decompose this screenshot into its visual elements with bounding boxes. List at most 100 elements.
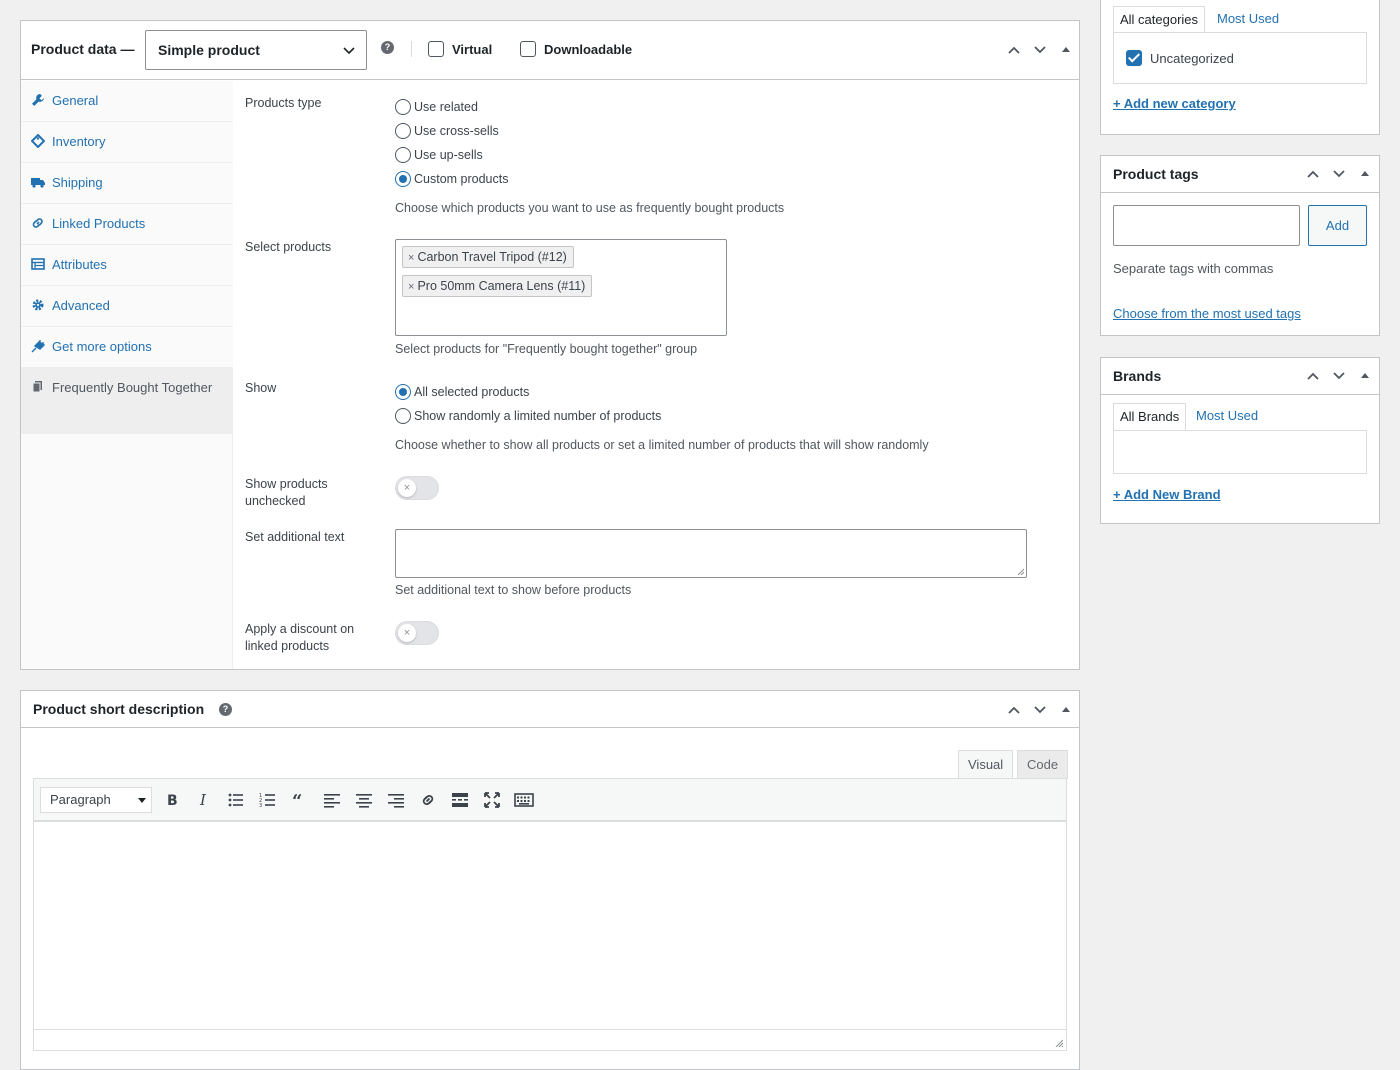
move-up-icon[interactable] bbox=[1006, 42, 1022, 58]
tab-all-categories[interactable]: All categories bbox=[1113, 6, 1206, 33]
add-tag-button[interactable]: Add bbox=[1308, 205, 1367, 246]
collapse-toggle-icon[interactable] bbox=[1058, 42, 1074, 58]
radio-use-up-sells-input[interactable] bbox=[395, 147, 411, 163]
radio-use-cross-sells-input[interactable] bbox=[395, 123, 411, 139]
remove-chip-icon[interactable]: × bbox=[408, 252, 414, 264]
wrench-icon bbox=[32, 94, 44, 106]
tags-hint: Separate tags with commas bbox=[1113, 261, 1274, 276]
bullet-list-icon[interactable] bbox=[226, 790, 246, 810]
radio-use-related-input[interactable] bbox=[395, 99, 411, 115]
radio-show-randomly[interactable]: Show randomly a limited number of produc… bbox=[395, 408, 661, 424]
products-type-label: Products type bbox=[245, 96, 322, 110]
short-description-panel: Product short description ? Visual Code … bbox=[20, 690, 1080, 1070]
collapse-toggle-icon[interactable] bbox=[1357, 166, 1373, 182]
tab-get-more-options[interactable]: Get more options bbox=[21, 327, 233, 368]
radio-use-cross-sells[interactable]: Use cross-sells bbox=[395, 123, 499, 139]
radio-all-selected[interactable]: All selected products bbox=[395, 384, 529, 400]
product-type-value: Simple product bbox=[158, 42, 260, 58]
downloadable-checkbox-box[interactable] bbox=[520, 41, 536, 57]
tab-most-used-brands[interactable]: Most Used bbox=[1196, 408, 1258, 423]
editor-toolbar: Paragraph B I 123 “ bbox=[33, 778, 1067, 821]
tab-linked-products[interactable]: Linked Products bbox=[21, 204, 233, 245]
radio-show-randomly-input[interactable] bbox=[395, 408, 411, 424]
discount-toggle[interactable]: × bbox=[395, 621, 439, 645]
category-checkbox[interactable] bbox=[1126, 50, 1142, 66]
tag-input[interactable] bbox=[1113, 205, 1300, 246]
toolbar-toggle-icon[interactable] bbox=[514, 790, 534, 810]
radio-show-randomly-label: Show randomly a limited number of produc… bbox=[414, 409, 662, 423]
toggle-off-icon: × bbox=[398, 479, 416, 497]
virtual-label: Virtual bbox=[452, 41, 493, 57]
discount-label: Apply a discount on linked products bbox=[245, 621, 354, 655]
radio-custom-products-input[interactable] bbox=[395, 171, 411, 187]
product-data-tabs: General Inventory Shipping Linked Produc… bbox=[21, 81, 233, 669]
tab-code[interactable]: Code bbox=[1017, 750, 1069, 779]
categories-box: All categories Most Used Uncategorized +… bbox=[1100, 0, 1380, 135]
tab-visual[interactable]: Visual bbox=[958, 750, 1014, 779]
selected-product-chip: × Carbon Travel Tripod (#12) bbox=[402, 246, 574, 268]
read-more-icon[interactable] bbox=[450, 790, 470, 810]
tab-attributes[interactable]: Attributes bbox=[21, 245, 233, 286]
resize-handle-icon[interactable] bbox=[1017, 568, 1024, 575]
move-up-icon[interactable] bbox=[1305, 368, 1321, 384]
tab-frequently-bought-together[interactable]: Frequently Bought Together bbox=[21, 368, 233, 434]
remove-chip-icon[interactable]: × bbox=[408, 281, 414, 293]
tab-inventory[interactable]: Inventory bbox=[21, 122, 233, 163]
add-new-brand-link[interactable]: + Add New Brand bbox=[1113, 487, 1221, 502]
radio-use-up-sells[interactable]: Use up-sells bbox=[395, 147, 483, 163]
radio-use-related[interactable]: Use related bbox=[395, 99, 478, 115]
tab-advanced[interactable]: Advanced bbox=[21, 286, 233, 327]
virtual-checkbox-box[interactable] bbox=[428, 41, 444, 57]
show-unchecked-toggle[interactable]: × bbox=[395, 476, 439, 500]
help-icon[interactable]: ? bbox=[381, 41, 394, 54]
copy-icon bbox=[32, 381, 42, 393]
move-up-icon[interactable] bbox=[1006, 702, 1022, 718]
move-down-icon[interactable] bbox=[1032, 702, 1048, 718]
additional-text-textarea[interactable] bbox=[395, 529, 1027, 578]
product-type-select[interactable]: Simple product bbox=[145, 30, 367, 70]
virtual-checkbox[interactable]: Virtual bbox=[428, 41, 492, 57]
tab-frequently-bought-together-label: Frequently Bought Together bbox=[52, 380, 213, 395]
downloadable-checkbox[interactable]: Downloadable bbox=[520, 41, 632, 57]
tab-all-brands[interactable]: All Brands bbox=[1113, 403, 1187, 430]
tab-general-label: General bbox=[52, 93, 99, 108]
svg-text:“: “ bbox=[292, 791, 302, 810]
align-center-icon[interactable] bbox=[354, 790, 374, 810]
toggle-off-icon: × bbox=[398, 624, 416, 642]
insert-link-icon[interactable] bbox=[418, 790, 438, 810]
select-products-input[interactable]: × Carbon Travel Tripod (#12) × Pro 50mm Ca… bbox=[395, 239, 727, 336]
move-down-icon[interactable] bbox=[1331, 368, 1347, 384]
svg-text:B: B bbox=[167, 793, 178, 809]
resize-handle-icon[interactable] bbox=[1055, 1039, 1063, 1047]
tab-shipping[interactable]: Shipping bbox=[21, 163, 233, 204]
select-products-description: Select products for "Frequently bought t… bbox=[395, 342, 698, 356]
move-up-icon[interactable] bbox=[1305, 166, 1321, 182]
choose-most-used-tags-link[interactable]: Choose from the most used tags bbox=[1113, 306, 1301, 321]
add-new-category-link[interactable]: + Add new category bbox=[1113, 96, 1236, 111]
collapse-toggle-icon[interactable] bbox=[1058, 702, 1074, 718]
blockquote-icon[interactable]: “ bbox=[290, 790, 310, 810]
collapse-toggle-icon[interactable] bbox=[1357, 368, 1373, 384]
show-description: Choose whether to show all products or s… bbox=[395, 438, 929, 452]
italic-icon[interactable]: I bbox=[194, 790, 214, 810]
tag-icon bbox=[31, 134, 45, 148]
editor-content-area[interactable] bbox=[33, 821, 1067, 1051]
bold-icon[interactable]: B bbox=[162, 790, 182, 810]
numbered-list-icon[interactable]: 123 bbox=[258, 790, 278, 810]
tab-most-used-categories[interactable]: Most Used bbox=[1217, 11, 1279, 26]
move-down-icon[interactable] bbox=[1331, 166, 1347, 182]
radio-use-up-sells-label: Use up-sells bbox=[414, 148, 483, 162]
tab-general[interactable]: General bbox=[21, 81, 233, 122]
align-left-icon[interactable] bbox=[322, 790, 342, 810]
category-item[interactable]: Uncategorized bbox=[1126, 50, 1234, 66]
format-select[interactable]: Paragraph bbox=[40, 787, 152, 813]
radio-all-selected-input[interactable] bbox=[395, 384, 411, 400]
tab-attributes-label: Attributes bbox=[52, 257, 107, 272]
help-icon[interactable]: ? bbox=[219, 703, 232, 716]
radio-custom-products[interactable]: Custom products bbox=[395, 171, 508, 187]
show-unchecked-label: Show products unchecked bbox=[245, 476, 328, 510]
move-down-icon[interactable] bbox=[1032, 42, 1048, 58]
svg-text:3: 3 bbox=[259, 803, 262, 809]
align-right-icon[interactable] bbox=[386, 790, 406, 810]
fullscreen-icon[interactable] bbox=[482, 790, 502, 810]
